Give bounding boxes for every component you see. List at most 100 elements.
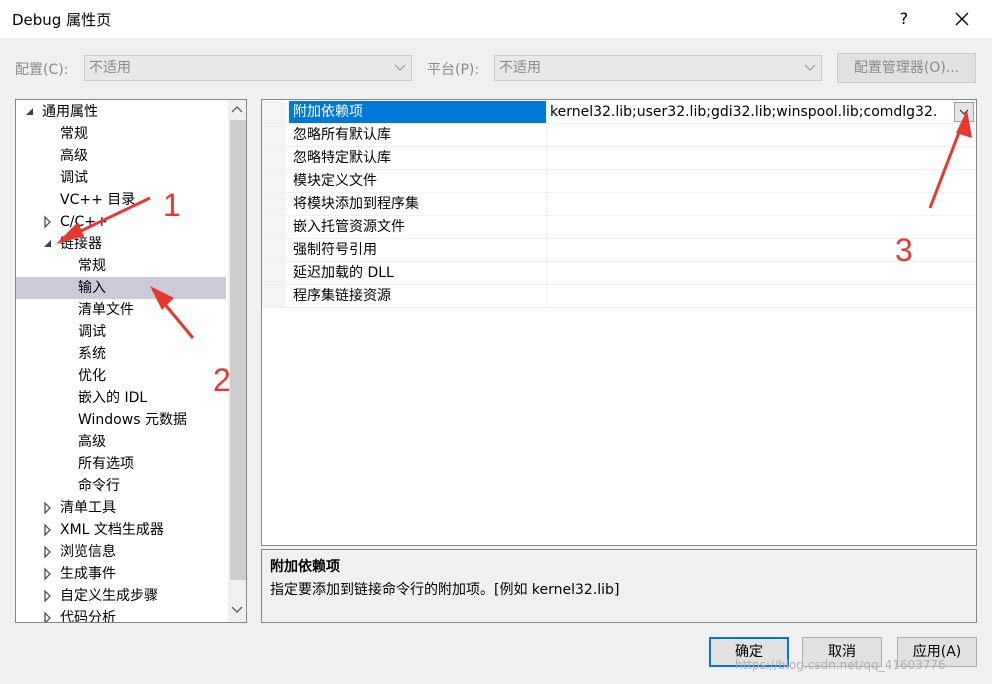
collapsed-triangle-icon[interactable] (42, 541, 54, 563)
tree-item-label: 所有选项 (78, 456, 134, 472)
property-row[interactable]: 将模块添加到程序集 (262, 193, 976, 216)
property-row[interactable]: 忽略特定默认库 (262, 147, 976, 170)
tree-item-label: 清单工具 (60, 500, 116, 516)
chevron-down-icon (393, 56, 407, 80)
collapsed-triangle-icon[interactable] (42, 497, 54, 519)
row-gutter (262, 285, 286, 307)
property-value[interactable]: kernel32.lib;user32.lib;gdi32.lib;winspo… (550, 101, 954, 123)
row-gutter (262, 216, 286, 238)
property-name[interactable]: 强制符号引用 (289, 239, 547, 261)
tree-scrollbar[interactable] (228, 100, 246, 622)
property-row[interactable]: 程序集链接资源 (262, 285, 976, 308)
tree-item[interactable]: 清单工具 (16, 497, 226, 519)
tree-item-label: 高级 (60, 148, 88, 164)
row-gutter (262, 124, 286, 146)
property-row[interactable]: 忽略所有默认库 (262, 124, 976, 147)
property-name[interactable]: 延迟加载的 DLL (289, 262, 547, 284)
tree-item[interactable]: 浏览信息 (16, 541, 226, 563)
tree-item[interactable]: 系统 (16, 343, 226, 365)
tree-item[interactable]: 常规 (16, 255, 226, 277)
config-label: 配置(C): (15, 62, 69, 78)
tree-item[interactable]: 所有选项 (16, 453, 226, 475)
tree-item-label: 清单文件 (78, 302, 134, 318)
configuration-manager-button[interactable]: 配置管理器(O)... (837, 53, 976, 83)
row-gutter (262, 170, 286, 192)
tree-item[interactable]: 调试 (16, 167, 226, 189)
collapsed-triangle-icon[interactable] (42, 519, 54, 541)
tree-item[interactable]: 嵌入的 IDL (16, 387, 226, 409)
tree-item[interactable]: 命令行 (16, 475, 226, 497)
tree-item[interactable]: 输入 (16, 277, 226, 299)
tree-item[interactable]: 生成事件 (16, 563, 226, 585)
tree-item[interactable]: 链接器 (16, 233, 226, 255)
close-icon (955, 12, 969, 26)
config-value: 不适用 (89, 60, 131, 76)
watermark: https://blog.csdn.net/qq_41603776 (735, 658, 946, 672)
tree-item-label: 常规 (78, 258, 106, 274)
tree-item[interactable]: 代码分析 (16, 607, 226, 622)
property-name[interactable]: 忽略特定默认库 (289, 147, 547, 169)
annotation-label: 3 (895, 232, 913, 268)
tree-item[interactable]: 调试 (16, 321, 226, 343)
collapsed-triangle-icon[interactable] (42, 211, 54, 233)
property-name[interactable]: 程序集链接资源 (289, 285, 547, 307)
platform-label: 平台(P): (427, 62, 480, 78)
tree-item-label: 系统 (78, 346, 106, 362)
title-bar: Debug 属性页 ? (0, 0, 992, 38)
property-grid: 附加依赖项 kernel32.lib;user32.lib;gdi32.lib;w… (261, 99, 977, 546)
property-value[interactable] (550, 170, 954, 192)
property-value[interactable] (550, 216, 954, 238)
property-value[interactable] (550, 124, 954, 146)
tree-item-label: 浏览信息 (60, 544, 116, 560)
tree-item[interactable]: 优化 (16, 365, 226, 387)
property-name[interactable]: 忽略所有默认库 (289, 124, 547, 146)
property-name[interactable]: 附加依赖项 (289, 101, 547, 123)
collapsed-triangle-icon[interactable] (42, 585, 54, 607)
tree-item[interactable]: 高级 (16, 145, 226, 167)
property-value[interactable] (550, 239, 954, 261)
tree-item[interactable]: VC++ 目录 (16, 189, 226, 211)
property-value[interactable] (550, 147, 954, 169)
property-row[interactable]: 附加依赖项 kernel32.lib;user32.lib;gdi32.lib;w… (262, 101, 976, 124)
value-dropdown-button[interactable] (954, 102, 974, 122)
help-button[interactable]: ? (888, 4, 920, 34)
tree-item-label: 链接器 (60, 236, 102, 252)
tree-item-label: Windows 元数据 (78, 412, 187, 428)
scroll-up-icon[interactable] (231, 104, 243, 114)
tree-item-label: 通用属性 (42, 104, 98, 120)
description-text: 指定要添加到链接命令行的附加项。[例如 kernel32.lib] (270, 582, 620, 598)
property-value[interactable] (550, 262, 954, 284)
close-button[interactable] (944, 4, 980, 34)
tree-item[interactable]: 常规 (16, 123, 226, 145)
property-name[interactable]: 将模块添加到程序集 (289, 193, 547, 215)
expanded-triangle-icon[interactable] (42, 233, 54, 255)
property-row[interactable]: 嵌入托管资源文件 (262, 216, 976, 239)
platform-combo[interactable]: 不适用 (494, 55, 822, 81)
tree-item[interactable]: Windows 元数据 (16, 409, 226, 431)
expanded-triangle-icon[interactable] (24, 101, 36, 123)
property-name[interactable]: 模块定义文件 (289, 170, 547, 192)
property-row[interactable]: 模块定义文件 (262, 170, 976, 193)
collapsed-triangle-icon[interactable] (42, 563, 54, 585)
tree-item[interactable]: XML 文档生成器 (16, 519, 226, 541)
scrollbar-thumb[interactable] (230, 120, 246, 580)
row-gutter (262, 147, 286, 169)
annotation-label: 1 (163, 187, 181, 223)
tree-item-label: 嵌入的 IDL (78, 390, 148, 406)
tree-item[interactable]: 清单文件 (16, 299, 226, 321)
property-row[interactable]: 延迟加载的 DLL (262, 262, 976, 285)
tree-item[interactable]: 高级 (16, 431, 226, 453)
tree-item[interactable]: 通用属性 (16, 101, 226, 123)
row-gutter (262, 239, 286, 261)
property-name[interactable]: 嵌入托管资源文件 (289, 216, 547, 238)
property-row[interactable]: 强制符号引用 (262, 239, 976, 262)
collapsed-triangle-icon[interactable] (42, 607, 54, 622)
config-combo[interactable]: 不适用 (84, 55, 412, 81)
tree-item[interactable]: C/C++ (16, 211, 226, 233)
property-value[interactable] (550, 285, 954, 307)
tree-item-label: 生成事件 (60, 566, 116, 582)
property-value[interactable] (550, 193, 954, 215)
tree-item[interactable]: 自定义生成步骤 (16, 585, 226, 607)
tree-item-label: 优化 (78, 368, 106, 384)
scroll-down-icon[interactable] (231, 605, 243, 615)
